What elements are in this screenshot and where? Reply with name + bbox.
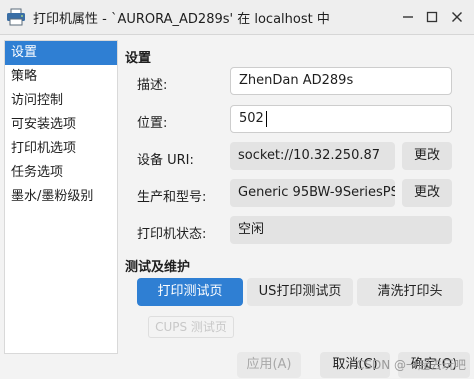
watermark: CSDN @一起去玩吧 <box>356 358 467 372</box>
sidebar-item-settings[interactable]: 设置 <box>5 41 117 65</box>
sidebar: 设置 策略 访问控制 可安装选项 打印机选项 任务选项 墨水/墨粉级别 <box>4 40 118 354</box>
printer-state-label: 打印机状态: <box>137 227 207 242</box>
close-icon[interactable] <box>446 6 468 28</box>
cups-test-page-button[interactable]: CUPS 测试页 <box>148 316 234 338</box>
printer-icon <box>6 8 26 26</box>
printer-state-value: 空闲 <box>230 216 452 244</box>
text-caret <box>265 110 267 127</box>
sidebar-item-job-options[interactable]: 任务选项 <box>5 161 117 185</box>
sidebar-item-access-control[interactable]: 访问控制 <box>5 89 117 113</box>
minimize-icon[interactable] <box>397 6 419 28</box>
location-label: 位置: <box>137 116 168 131</box>
change-device-uri-button[interactable]: 更改 <box>402 142 452 170</box>
location-field[interactable]: 502 <box>230 105 452 133</box>
description-label: 描述: <box>137 78 168 93</box>
sidebar-item-policies[interactable]: 策略 <box>5 65 117 89</box>
apply-button[interactable]: 应用(A) <box>237 352 301 378</box>
sidebar-item-printer-options[interactable]: 打印机选项 <box>5 137 117 161</box>
clean-print-heads-button[interactable]: 清洗打印头 <box>357 278 463 306</box>
print-test-page-button[interactable]: 打印测试页 <box>137 278 243 306</box>
location-value: 502 <box>239 111 264 126</box>
description-field[interactable]: ZhenDan AD289s <box>230 67 452 95</box>
make-model-value: Generic 95BW-9SeriesPS(P <box>230 179 395 207</box>
sidebar-item-installable-options[interactable]: 可安装选项 <box>5 113 117 137</box>
maximize-icon[interactable] <box>421 6 443 28</box>
window-title: 打印机属性 - `AURORA_AD289s' 在 localhost 中 <box>33 12 330 27</box>
title-bar: 打印机属性 - `AURORA_AD289s' 在 localhost 中 <box>0 0 474 35</box>
sidebar-item-ink-levels[interactable]: 墨水/墨粉级别 <box>5 185 117 209</box>
us-print-test-page-button[interactable]: US打印测试页 <box>247 278 353 306</box>
device-uri-label: 设备 URI: <box>137 153 194 168</box>
tests-section-title: 测试及维护 <box>125 260 191 275</box>
device-uri-value: socket://10.32.250.87 <box>230 142 395 170</box>
make-model-label: 生产和型号: <box>137 190 207 205</box>
change-make-model-button[interactable]: 更改 <box>402 179 452 207</box>
settings-section-title: 设置 <box>125 51 152 66</box>
